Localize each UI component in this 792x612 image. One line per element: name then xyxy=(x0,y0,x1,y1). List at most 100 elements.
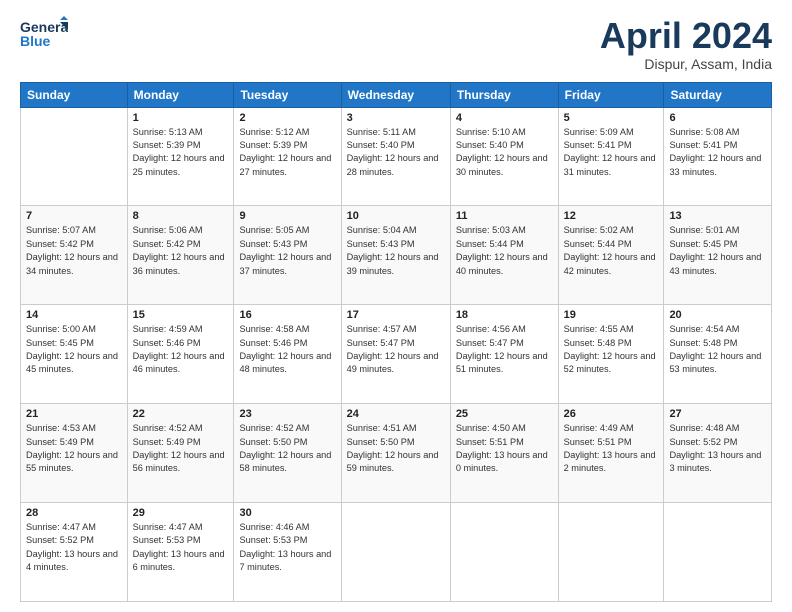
table-row: 30Sunrise: 4:46 AM Sunset: 5:53 PM Dayli… xyxy=(234,503,341,602)
col-tuesday: Tuesday xyxy=(234,82,341,107)
table-row: 26 Sunrise: 4:49 AM Sunset: 5:51 PM Dayli… xyxy=(558,404,664,503)
day-info: Sunrise: 4:49 AM Sunset: 5:51 PM Dayligh… xyxy=(564,422,659,475)
col-wednesday: Wednesday xyxy=(341,82,450,107)
day-number: 19 xyxy=(564,309,659,321)
table-row: 9 Sunrise: 5:05 AM Sunset: 5:43 PM Daylig… xyxy=(234,206,341,305)
day-info: Sunrise: 5:11 AM Sunset: 5:40 PM Dayligh… xyxy=(347,126,445,179)
day-number: 13 xyxy=(669,210,766,222)
day-info: Sunrise: 5:02 AM Sunset: 5:44 PM Dayligh… xyxy=(564,224,659,277)
svg-text:Blue: Blue xyxy=(20,33,51,49)
title-area: April 2024 Dispur, Assam, India xyxy=(600,16,772,72)
day-info: Sunrise: 5:03 AM Sunset: 5:44 PM Dayligh… xyxy=(456,224,553,277)
table-row: 19 Sunrise: 4:55 AM Sunset: 5:48 PM Dayli… xyxy=(558,305,664,404)
header-row: Sunday Monday Tuesday Wednesday Thursday… xyxy=(21,82,772,107)
day-info: Sunrise: 4:54 AM Sunset: 5:48 PM Dayligh… xyxy=(669,323,766,376)
day-info: Sunrise: 4:47 AM Sunset: 5:52 PM Dayligh… xyxy=(26,521,122,574)
table-row: 5 Sunrise: 5:09 AM Sunset: 5:41 PM Daylig… xyxy=(558,107,664,206)
day-number: 4 xyxy=(456,112,553,124)
week-row-0: 1 Sunrise: 5:13 AM Sunset: 5:39 PM Daylig… xyxy=(21,107,772,206)
table-row: 16Sunrise: 4:58 AM Sunset: 5:46 PM Dayli… xyxy=(234,305,341,404)
day-info: Sunrise: 5:09 AM Sunset: 5:41 PM Dayligh… xyxy=(564,126,659,179)
day-number: 12 xyxy=(564,210,659,222)
day-number: 1 xyxy=(133,112,229,124)
day-number: 17 xyxy=(347,309,445,321)
col-sunday: Sunday xyxy=(21,82,128,107)
day-info: Sunrise: 4:51 AM Sunset: 5:50 PM Dayligh… xyxy=(347,422,445,475)
day-info: Sunrise: 5:05 AM Sunset: 5:43 PM Dayligh… xyxy=(239,224,335,277)
day-number: 9 xyxy=(239,210,335,222)
day-number: 24 xyxy=(347,408,445,420)
table-row: 13 Sunrise: 5:01 AM Sunset: 5:45 PM Dayli… xyxy=(664,206,772,305)
header: General Blue April 2024 Dispur, Assam, I… xyxy=(20,16,772,72)
week-row-3: 21 Sunrise: 4:53 AM Sunset: 5:49 PM Dayli… xyxy=(21,404,772,503)
day-info: Sunrise: 4:52 AM Sunset: 5:49 PM Dayligh… xyxy=(133,422,229,475)
day-info: Sunrise: 5:10 AM Sunset: 5:40 PM Dayligh… xyxy=(456,126,553,179)
day-number: 7 xyxy=(26,210,122,222)
table-row: 23 Sunrise: 4:52 AM Sunset: 5:50 PM Dayli… xyxy=(234,404,341,503)
table-row: 12 Sunrise: 5:02 AM Sunset: 5:44 PM Dayli… xyxy=(558,206,664,305)
table-row xyxy=(558,503,664,602)
day-info: Sunrise: 5:12 AM Sunset: 5:39 PM Dayligh… xyxy=(239,126,335,179)
table-row: 24 Sunrise: 4:51 AM Sunset: 5:50 PM Dayli… xyxy=(341,404,450,503)
logo: General Blue xyxy=(20,16,68,56)
day-info: Sunrise: 4:53 AM Sunset: 5:49 PM Dayligh… xyxy=(26,422,122,475)
table-row: 6 Sunrise: 5:08 AM Sunset: 5:41 PM Daylig… xyxy=(664,107,772,206)
day-info: Sunrise: 4:47 AM Sunset: 5:53 PM Dayligh… xyxy=(133,521,229,574)
day-number: 27 xyxy=(669,408,766,420)
day-number: 14 xyxy=(26,309,122,321)
day-number: 26 xyxy=(564,408,659,420)
day-info: Sunrise: 5:00 AM Sunset: 5:45 PM Dayligh… xyxy=(26,323,122,376)
table-row xyxy=(21,107,128,206)
day-number: 10 xyxy=(347,210,445,222)
table-row: 8Sunrise: 5:06 AM Sunset: 5:42 PM Daylig… xyxy=(127,206,234,305)
table-row xyxy=(450,503,558,602)
day-info: Sunrise: 4:48 AM Sunset: 5:52 PM Dayligh… xyxy=(669,422,766,475)
day-info: Sunrise: 5:13 AM Sunset: 5:39 PM Dayligh… xyxy=(133,126,229,179)
table-row: 4 Sunrise: 5:10 AM Sunset: 5:40 PM Daylig… xyxy=(450,107,558,206)
day-number: 8 xyxy=(133,210,229,222)
table-row: 7 Sunrise: 5:07 AM Sunset: 5:42 PM Daylig… xyxy=(21,206,128,305)
day-info: Sunrise: 5:04 AM Sunset: 5:43 PM Dayligh… xyxy=(347,224,445,277)
table-row xyxy=(664,503,772,602)
day-info: Sunrise: 4:55 AM Sunset: 5:48 PM Dayligh… xyxy=(564,323,659,376)
table-row: 29 Sunrise: 4:47 AM Sunset: 5:53 PM Dayli… xyxy=(127,503,234,602)
table-row: 17Sunrise: 4:57 AM Sunset: 5:47 PM Dayli… xyxy=(341,305,450,404)
table-row: 20 Sunrise: 4:54 AM Sunset: 5:48 PM Dayli… xyxy=(664,305,772,404)
day-number: 28 xyxy=(26,507,122,519)
day-number: 23 xyxy=(239,408,335,420)
day-info: Sunrise: 5:08 AM Sunset: 5:41 PM Dayligh… xyxy=(669,126,766,179)
day-number: 16 xyxy=(239,309,335,321)
week-row-2: 14 Sunrise: 5:00 AM Sunset: 5:45 PM Dayli… xyxy=(21,305,772,404)
day-number: 5 xyxy=(564,112,659,124)
day-info: Sunrise: 5:07 AM Sunset: 5:42 PM Dayligh… xyxy=(26,224,122,277)
col-friday: Friday xyxy=(558,82,664,107)
week-row-4: 28 Sunrise: 4:47 AM Sunset: 5:52 PM Dayli… xyxy=(21,503,772,602)
day-number: 3 xyxy=(347,112,445,124)
table-row: 1 Sunrise: 5:13 AM Sunset: 5:39 PM Daylig… xyxy=(127,107,234,206)
table-row: 11 Sunrise: 5:03 AM Sunset: 5:44 PM Dayli… xyxy=(450,206,558,305)
day-number: 11 xyxy=(456,210,553,222)
table-row: 15Sunrise: 4:59 AM Sunset: 5:46 PM Dayli… xyxy=(127,305,234,404)
day-number: 18 xyxy=(456,309,553,321)
location: Dispur, Assam, India xyxy=(600,56,772,72)
table-row: 28 Sunrise: 4:47 AM Sunset: 5:52 PM Dayli… xyxy=(21,503,128,602)
table-row: 25 Sunrise: 4:50 AM Sunset: 5:51 PM Dayli… xyxy=(450,404,558,503)
calendar-table: Sunday Monday Tuesday Wednesday Thursday… xyxy=(20,82,772,602)
month-title: April 2024 xyxy=(600,16,772,56)
col-monday: Monday xyxy=(127,82,234,107)
day-number: 6 xyxy=(669,112,766,124)
day-number: 29 xyxy=(133,507,229,519)
day-number: 25 xyxy=(456,408,553,420)
table-row: 10 Sunrise: 5:04 AM Sunset: 5:43 PM Dayli… xyxy=(341,206,450,305)
day-number: 15 xyxy=(133,309,229,321)
table-row: 27 Sunrise: 4:48 AM Sunset: 5:52 PM Dayli… xyxy=(664,404,772,503)
table-row: 2Sunrise: 5:12 AM Sunset: 5:39 PM Daylig… xyxy=(234,107,341,206)
day-info: Sunrise: 4:52 AM Sunset: 5:50 PM Dayligh… xyxy=(239,422,335,475)
day-number: 20 xyxy=(669,309,766,321)
table-row: 3 Sunrise: 5:11 AM Sunset: 5:40 PM Daylig… xyxy=(341,107,450,206)
table-row: 18Sunrise: 4:56 AM Sunset: 5:47 PM Dayli… xyxy=(450,305,558,404)
day-info: Sunrise: 4:50 AM Sunset: 5:51 PM Dayligh… xyxy=(456,422,553,475)
day-info: Sunrise: 5:01 AM Sunset: 5:45 PM Dayligh… xyxy=(669,224,766,277)
day-number: 21 xyxy=(26,408,122,420)
week-row-1: 7 Sunrise: 5:07 AM Sunset: 5:42 PM Daylig… xyxy=(21,206,772,305)
